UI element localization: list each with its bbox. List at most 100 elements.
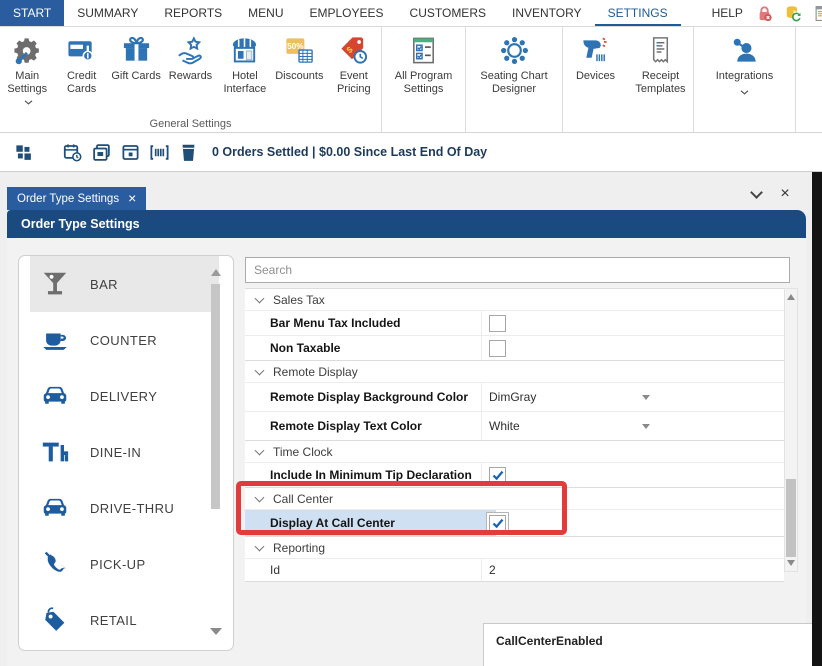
dropdown-arrow-icon[interactable] [642,395,650,400]
list-dropdown-arrow-icon[interactable] [210,628,222,635]
menu-item-settings[interactable]: SETTINGS [595,0,681,26]
car-icon [39,380,71,412]
database-sync-icon[interactable] [785,5,802,22]
integrations-button[interactable]: Integrations [694,33,795,100]
receipt-templates-button[interactable]: Receipt Templates [628,33,693,97]
hotel-interface-icon [228,34,262,67]
order-type-retail[interactable]: RETAIL [30,592,219,648]
rewards-button[interactable]: Rewards [163,33,217,84]
dashboard-icon[interactable] [14,143,33,162]
menu-item-summary[interactable]: SUMMARY [64,0,151,26]
all-program-settings-button[interactable]: All Program Settings [382,33,465,97]
ribbon-group-3: Devices Receipt Templates [563,27,694,132]
order-type-label: DELIVERY [90,389,157,404]
property-row-bar-menu-tax-included: Bar Menu Tax Included [245,310,784,335]
devices-icon [579,34,613,67]
ribbon-group-1: All Program Settings [382,27,466,132]
chevron-down-icon [255,366,265,376]
order-type-dine-in[interactable]: DINE-IN [30,424,219,480]
property-code-name: CallCenterEnabled [496,634,603,648]
seating-chart-designer-button[interactable]: Seating Chart Designer [466,33,562,97]
gift-cards-button[interactable]: Gift Cards [109,33,163,84]
menu-item-employees[interactable]: EMPLOYEES [297,0,397,26]
lock-icon[interactable] [756,5,773,22]
discounts-icon: 50% [282,34,316,67]
ribbon-button-label: Seating Chart Designer [468,70,560,96]
scroll-up-arrow-icon[interactable] [211,269,221,276]
section-title: Call Center [273,492,333,506]
menubar: STARTSUMMARYREPORTSMENUEMPLOYEESCUSTOMER… [0,0,822,27]
register-icon[interactable] [814,5,822,22]
chevron-down-icon [24,96,33,109]
credit-cards-button[interactable]: Credit Cards [54,33,108,97]
property-row-remote-display-text-color: Remote Display Text Color White [245,411,784,440]
martini-icon [39,268,71,300]
description-panel: CallCenterEnabled [483,623,822,666]
chevron-down-icon[interactable] [748,186,764,202]
menu-item-customers[interactable]: CUSTOMERS [397,0,499,26]
barcode-icon[interactable] [150,143,169,162]
tab-order-type-settings[interactable]: Order Type Settings × [7,187,146,210]
order-type-drive-thru[interactable]: DRIVE-THRU [30,480,219,536]
property-row-id: Id2 [245,558,784,581]
search-input[interactable] [245,257,790,283]
checkbox-checked[interactable] [489,467,506,484]
tab-close-icon[interactable]: × [128,191,136,205]
order-type-label: DINE-IN [90,445,141,460]
property-label: Display At Call Center [245,510,482,536]
all-program-settings-icon [407,34,441,67]
checkbox-unchecked[interactable] [489,340,506,357]
hotel-interface-button[interactable]: Hotel Interface [218,33,272,97]
document-window-controls: × [748,186,793,202]
property-value [482,311,784,335]
menu-item-start[interactable]: START [0,0,64,26]
grid-scrollbar[interactable] [784,288,798,572]
menu-item-menu[interactable]: MENU [235,0,296,26]
scroll-up-arrow-icon[interactable] [787,294,795,300]
dropdown-arrow-icon[interactable] [642,424,650,429]
dropdown-value[interactable]: DimGray [489,390,536,404]
calendar-icon[interactable] [121,143,140,162]
property-value: White [482,412,784,440]
calendar-stack-icon[interactable] [92,143,111,162]
section-header-time-clock[interactable]: Time Clock [245,440,784,462]
chevron-down-icon [255,542,265,552]
application-window: STARTSUMMARYREPORTSMENUEMPLOYEESCUSTOMER… [0,0,822,666]
section-header-remote-display[interactable]: Remote Display [245,360,784,382]
text-value[interactable]: 2 [489,563,496,577]
order-type-delivery[interactable]: DELIVERY [30,368,219,424]
chevron-down-icon [716,86,773,99]
ribbon-group-4: Integrations [694,27,796,132]
menu-item-inventory[interactable]: INVENTORY [499,0,595,26]
section-header-call-center[interactable]: Call Center [245,487,784,509]
ribbon-button-label: Devices [576,70,615,83]
integrations-icon [728,34,762,67]
order-type-pick-up[interactable]: PICK-UP [30,536,219,592]
order-type-bar[interactable]: BAR [30,256,219,312]
section-header-reporting[interactable]: Reporting [245,536,784,558]
main-settings-icon [10,34,44,67]
event-pricing-button[interactable]: $Event Pricing [327,33,381,97]
section-title: Remote Display [273,365,358,379]
scroll-down-arrow-icon[interactable] [787,560,795,566]
calendar-clock-icon[interactable] [63,143,82,162]
ribbon-button-label: Receipt Templates [630,70,691,96]
orders-settled-status: 0 Orders Settled | $0.00 Since Last End … [212,145,487,159]
devices-button[interactable]: Devices [563,33,628,84]
order-type-counter[interactable]: COUNTER [30,312,219,368]
main-settings-button[interactable]: Main Settings [0,33,54,111]
menu-item-help[interactable]: HELP [699,0,756,26]
property-label: Bar Menu Tax Included [245,311,482,335]
grid-scrollbar-thumb[interactable] [786,479,796,557]
section-header-sales-tax[interactable]: Sales Tax [245,288,784,310]
discounts-button[interactable]: 50%Discounts [272,33,326,84]
dropdown-value[interactable]: White [489,419,520,433]
checkbox-unchecked[interactable] [489,315,506,332]
property-value [482,463,784,487]
close-icon[interactable]: × [777,186,793,202]
cup-icon[interactable] [179,143,198,162]
menu-item-reports[interactable]: REPORTS [151,0,235,26]
checkbox-checked[interactable] [489,515,506,532]
property-label: Remote Display Text Color [245,412,482,440]
list-scrollbar-thumb[interactable] [211,284,220,509]
